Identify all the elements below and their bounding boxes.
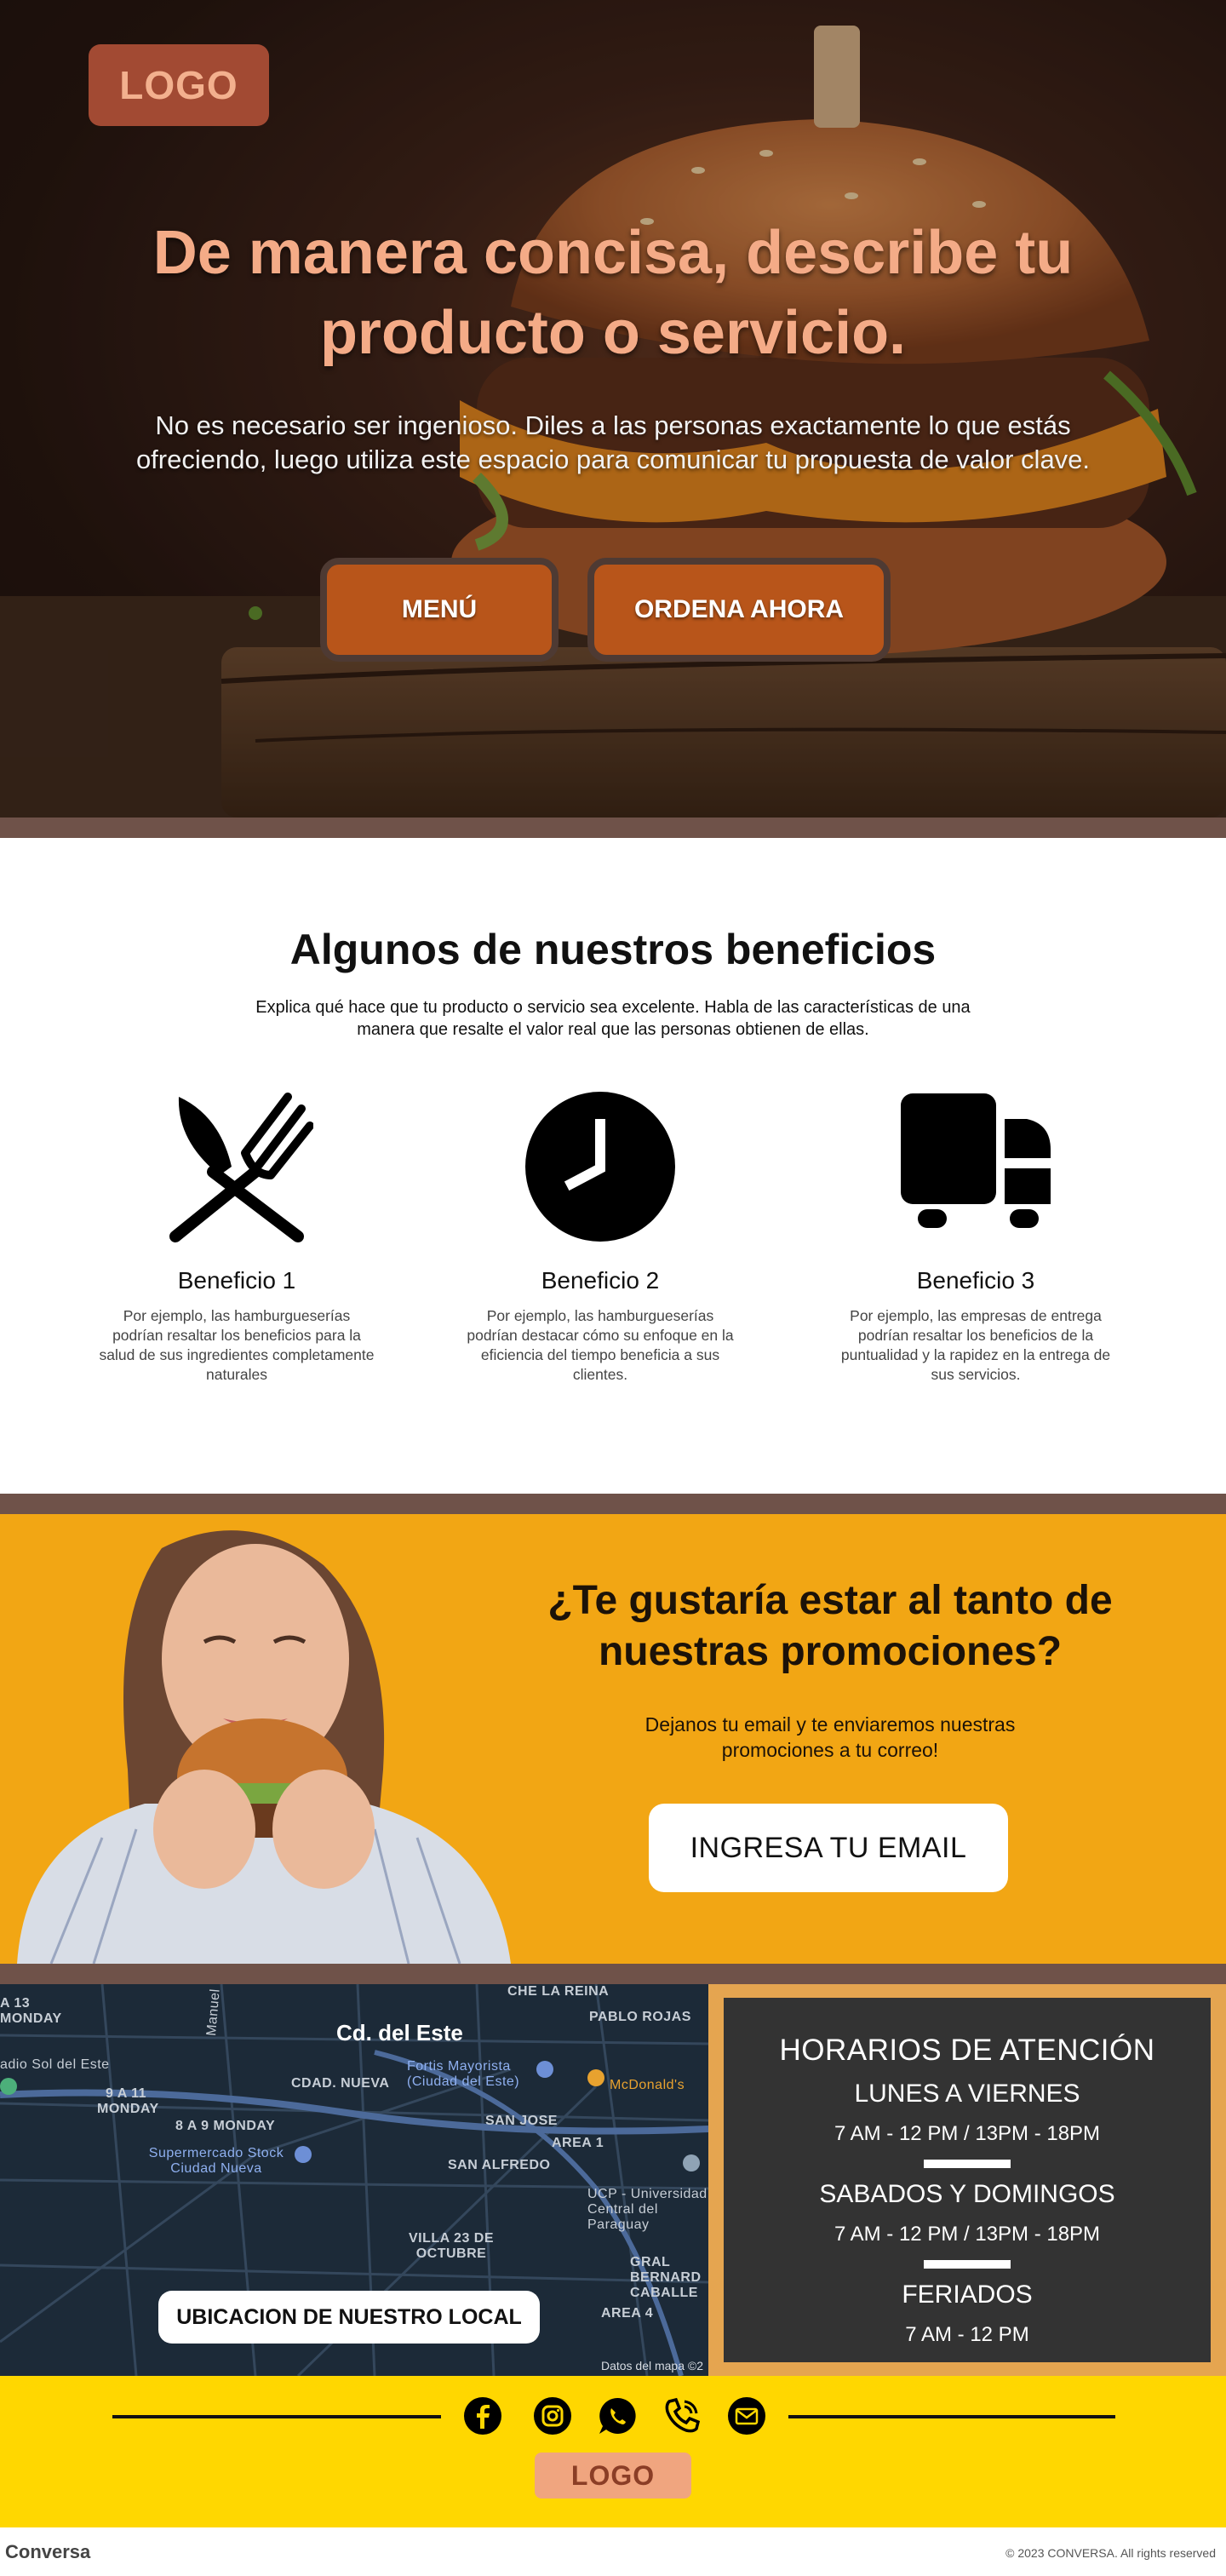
footer-logo[interactable]: LOGO — [535, 2453, 691, 2499]
header-logo[interactable]: LOGO — [89, 44, 269, 126]
email-signup-button[interactable]: INGRESA TU EMAIL — [649, 1804, 1008, 1892]
promo-text: Dejanos tu email y te enviaremos nuestra… — [645, 1713, 1016, 1761]
whatsapp-icon[interactable] — [596, 2395, 639, 2437]
map-label: McDonald's — [610, 2078, 685, 2092]
benefits-subtitle: Explica qué hace que tu producto o servi… — [255, 998, 971, 1039]
instagram-icon[interactable] — [531, 2395, 574, 2437]
footer-divider-right — [788, 2415, 1115, 2418]
location-map[interactable]: Cd. del Este CHE LA REINA PABLO ROJAS ad… — [0, 1984, 708, 2376]
holiday-label: FERIADOS — [902, 2281, 1033, 2309]
weekday-hours: 7 AM - 12 PM / 13PM - 18PM — [834, 2122, 1101, 2145]
hours-divider — [924, 2160, 1011, 2168]
benefit-title: Beneficio 1 — [177, 1267, 296, 1294]
facebook-icon[interactable] — [461, 2395, 504, 2437]
map-label: SAN JOSE — [485, 2114, 558, 2128]
brand-name[interactable]: Conversa — [5, 2541, 90, 2563]
map-credit: Datos del mapa ©2 — [600, 2359, 703, 2372]
map-label: A 13 — [0, 1996, 31, 2011]
benefits-title: Algunos de nuestros beneficios — [289, 926, 937, 973]
section-divider — [0, 1494, 1226, 1514]
map-label: PABLO ROJAS — [589, 2010, 691, 2024]
benefit-text: Por ejemplo, las empresas de entrega pod… — [840, 1307, 1111, 1383]
clock-icon — [455, 1090, 745, 1243]
benefit-title: Beneficio 3 — [916, 1267, 1035, 1294]
benefit-text: Por ejemplo, las hamburgueserías podrían… — [99, 1307, 375, 1383]
map-label: MONDAY — [97, 2102, 159, 2116]
landing-page: LOGO De manera concisa, describe tu prod… — [0, 0, 1226, 2576]
hours-title: HORARIOS DE ATENCIÓN — [779, 2034, 1155, 2067]
delivery-truck-icon — [831, 1090, 1120, 1243]
map-label: AREA 1 — [552, 2136, 604, 2150]
section-divider — [0, 1964, 1226, 1984]
section-divider — [0, 818, 1226, 838]
promo-section: ¿Te gustaría estar al tanto de nuestras … — [0, 1514, 1226, 1964]
weekend-hours: 7 AM - 12 PM / 13PM - 18PM — [834, 2223, 1101, 2246]
hours-card: HORARIOS DE ATENCIÓN LUNES A VIERNES 7 A… — [724, 1998, 1211, 2362]
map-label: 9 A 11 — [106, 2086, 147, 2101]
map-label: GRAL BERNARD CABALLE — [630, 2255, 702, 2300]
footer-divider-left — [112, 2415, 441, 2418]
map-label: Supermercado Stock Ciudad Nueva — [148, 2146, 284, 2176]
map-label: UCP - Universidad Central del Paraguay — [587, 2187, 708, 2232]
opening-hours-panel: HORARIOS DE ATENCIÓN LUNES A VIERNES 7 A… — [708, 1984, 1226, 2376]
hero-title: De manera concisa, describe tu producto … — [152, 219, 1074, 367]
bottom-bar: Conversa © 2023 CONVERSA. All rights res… — [0, 2527, 1226, 2576]
hero-section: LOGO De manera concisa, describe tu prod… — [0, 0, 1226, 818]
map-label: adio Sol del Este — [0, 2057, 110, 2072]
map-label: 8 A 9 MONDAY — [175, 2119, 276, 2133]
hero-subtitle: No es necesario ser ingenioso. Diles a l… — [135, 410, 1091, 474]
order-now-button[interactable]: ORDENA AHORA — [587, 558, 891, 662]
phone-icon[interactable] — [661, 2395, 703, 2437]
map-city-title: Cd. del Este — [336, 2020, 463, 2045]
menu-button[interactable]: MENÚ — [320, 558, 559, 662]
benefit-card: Beneficio 2 Por ejemplo, las hamburguese… — [455, 1090, 745, 1385]
weekend-label: SABADOS Y DOMINGOS — [819, 2180, 1115, 2208]
copyright-text: © 2023 CONVERSA. All rights reserved — [1005, 2546, 1216, 2560]
map-label: AREA 4 — [601, 2306, 654, 2321]
weekday-label: LUNES A VIERNES — [854, 2080, 1080, 2108]
footer: LOGO — [0, 2376, 1226, 2527]
map-label: Fortis Mayorista (Ciudad del Este) — [407, 2059, 520, 2089]
utensils-icon — [92, 1090, 381, 1243]
hours-divider — [924, 2260, 1011, 2269]
benefit-card: Beneficio 3 Por ejemplo, las empresas de… — [831, 1090, 1120, 1385]
email-icon[interactable] — [725, 2395, 768, 2437]
map-label: SAN ALFREDO — [448, 2158, 551, 2172]
woman-eating-burger-image — [17, 1530, 511, 1964]
map-label: CDAD. NUEVA — [291, 2076, 390, 2091]
store-location-button[interactable]: UBICACION DE NUESTRO LOCAL — [158, 2291, 540, 2344]
map-label: VILLA 23 DE OCTUBRE — [408, 2231, 495, 2261]
benefit-text: Por ejemplo, las hamburgueserías podrían… — [467, 1307, 734, 1383]
holiday-hours: 7 AM - 12 PM — [905, 2323, 1029, 2346]
map-label: MONDAY — [0, 2011, 62, 2026]
map-label: CHE LA REINA — [507, 1984, 610, 1999]
promo-title: ¿Te gustaría estar al tanto de nuestras … — [547, 1578, 1113, 1674]
benefit-card: Beneficio 1 Por ejemplo, las hamburguese… — [92, 1090, 381, 1385]
benefit-title: Beneficio 2 — [541, 1267, 660, 1294]
